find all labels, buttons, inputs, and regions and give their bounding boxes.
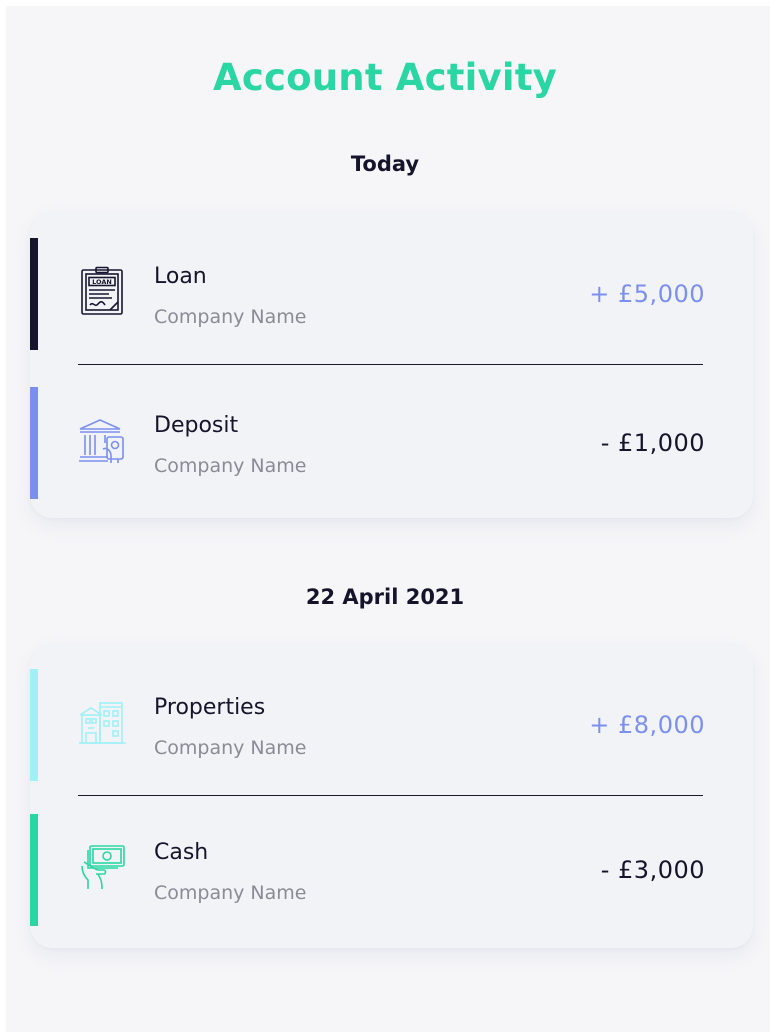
- company-name: Company Name: [154, 306, 307, 328]
- accent-bar: [30, 238, 38, 350]
- transaction-amount: + £5,000: [589, 280, 705, 308]
- company-name: Company Name: [154, 882, 307, 904]
- transaction-row-deposit[interactable]: Deposit Company Name - £1,000: [30, 387, 753, 499]
- transaction-row-properties[interactable]: Properties Company Name + £8,000: [30, 669, 753, 781]
- transaction-title: Loan: [154, 264, 207, 289]
- date-heading-april: 22 April 2021: [305, 585, 465, 609]
- transaction-title: Cash: [154, 840, 209, 865]
- row-divider: [78, 364, 703, 365]
- loan-document-icon: LOAN: [78, 266, 128, 316]
- transaction-title: Deposit: [154, 413, 239, 438]
- buildings-icon: [78, 697, 128, 747]
- bank-deposit-icon: [78, 415, 128, 465]
- company-name: Company Name: [154, 455, 307, 477]
- row-divider: [78, 795, 703, 796]
- accent-bar: [30, 387, 38, 499]
- transaction-amount: - £1,000: [600, 429, 705, 457]
- transaction-row-cash[interactable]: Cash Company Name - £3,000: [30, 814, 753, 926]
- accent-bar: [30, 814, 38, 926]
- date-heading-today: Today: [350, 152, 420, 176]
- svg-text:LOAN: LOAN: [92, 278, 112, 286]
- transaction-card-april: Properties Company Name + £8,000 Cash Co…: [30, 644, 753, 948]
- cash-hand-icon: [78, 842, 128, 892]
- transaction-amount: - £3,000: [600, 856, 705, 884]
- company-name: Company Name: [154, 737, 307, 759]
- transaction-amount: + £8,000: [589, 711, 705, 739]
- accent-bar: [30, 669, 38, 781]
- transaction-card-today: LOAN Loan Company Name + £5,000 Deposit …: [30, 212, 753, 518]
- transaction-title: Properties: [154, 695, 266, 720]
- transaction-row-loan[interactable]: LOAN Loan Company Name + £5,000: [30, 238, 753, 350]
- page-title: Account Activity: [213, 56, 557, 99]
